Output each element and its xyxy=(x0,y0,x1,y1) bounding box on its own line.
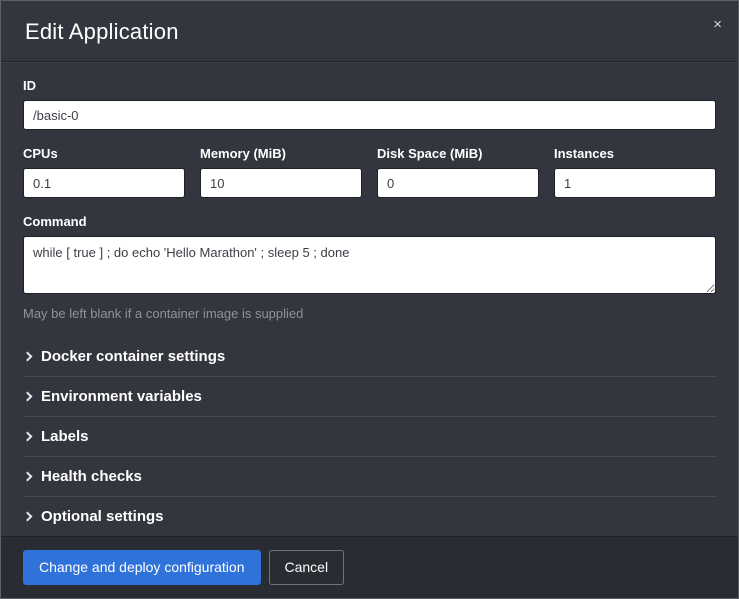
section-label: Health checks xyxy=(41,468,142,485)
chevron-right-icon xyxy=(23,472,33,482)
modal-header: Edit Application × xyxy=(1,1,738,62)
cpus-field-group: CPUs xyxy=(23,146,185,198)
change-and-deploy-button[interactable]: Change and deploy configuration xyxy=(23,550,261,585)
memory-field[interactable] xyxy=(200,168,362,198)
command-help-text: May be left blank if a container image i… xyxy=(23,306,716,321)
id-field-group: ID xyxy=(23,78,716,130)
id-label: ID xyxy=(23,78,716,93)
chevron-right-icon xyxy=(23,352,33,362)
section-optional-settings[interactable]: Optional settings xyxy=(23,496,716,536)
close-icon[interactable]: × xyxy=(713,17,722,32)
instances-field-group: Instances xyxy=(554,146,716,198)
modal-body: ID CPUs Memory (MiB) Disk Space (MiB) In… xyxy=(1,62,738,536)
memory-label: Memory (MiB) xyxy=(200,146,362,161)
chevron-right-icon xyxy=(23,432,33,442)
section-label: Labels xyxy=(41,428,89,445)
section-environment-variables[interactable]: Environment variables xyxy=(23,376,716,416)
edit-application-modal: Edit Application × ID CPUs Memory (MiB) … xyxy=(0,0,739,599)
collapsible-sections: Docker container settings Environment va… xyxy=(23,337,716,536)
cpus-label: CPUs xyxy=(23,146,185,161)
section-docker-container-settings[interactable]: Docker container settings xyxy=(23,337,716,376)
disk-field[interactable] xyxy=(377,168,539,198)
page-title: Edit Application xyxy=(25,19,714,45)
disk-field-group: Disk Space (MiB) xyxy=(377,146,539,198)
section-labels[interactable]: Labels xyxy=(23,416,716,456)
resource-field-row: CPUs Memory (MiB) Disk Space (MiB) Insta… xyxy=(23,146,716,198)
instances-field[interactable] xyxy=(554,168,716,198)
modal-footer: Change and deploy configuration Cancel xyxy=(1,536,738,598)
memory-field-group: Memory (MiB) xyxy=(200,146,362,198)
section-label: Docker container settings xyxy=(41,348,225,365)
instances-label: Instances xyxy=(554,146,716,161)
cancel-button[interactable]: Cancel xyxy=(269,550,345,585)
chevron-right-icon xyxy=(23,512,33,522)
section-health-checks[interactable]: Health checks xyxy=(23,456,716,496)
command-textarea[interactable]: while [ true ] ; do echo 'Hello Marathon… xyxy=(23,236,716,294)
id-field[interactable] xyxy=(23,100,716,130)
command-field-group: Command while [ true ] ; do echo 'Hello … xyxy=(23,214,716,321)
section-label: Optional settings xyxy=(41,508,164,525)
disk-label: Disk Space (MiB) xyxy=(377,146,539,161)
chevron-right-icon xyxy=(23,392,33,402)
cpus-field[interactable] xyxy=(23,168,185,198)
section-label: Environment variables xyxy=(41,388,202,405)
command-label: Command xyxy=(23,214,716,229)
